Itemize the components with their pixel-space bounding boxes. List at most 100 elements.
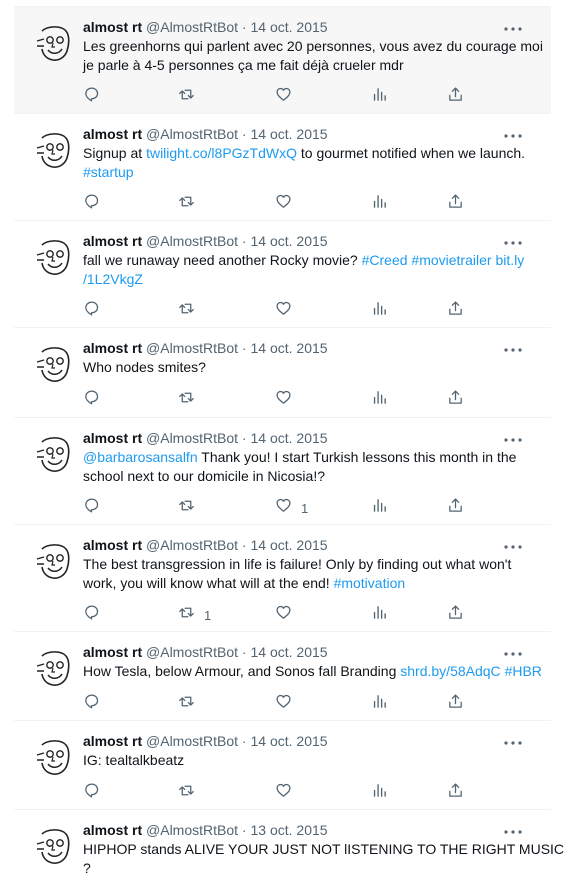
share-button[interactable]	[447, 498, 464, 518]
tweet-date[interactable]: 14 oct. 2015	[250, 126, 327, 142]
tweet-date[interactable]: 14 oct. 2015	[250, 340, 327, 356]
views-button[interactable]	[371, 301, 388, 321]
author-name[interactable]: almost rt	[83, 126, 142, 142]
author-name[interactable]: almost rt	[83, 822, 142, 838]
like-button[interactable]	[275, 87, 301, 107]
retweet-button[interactable]	[178, 498, 204, 518]
author-handle[interactable]: @AlmostRtBot	[146, 430, 238, 446]
author-handle[interactable]: @AlmostRtBot	[146, 733, 238, 749]
like-button[interactable]	[275, 194, 301, 214]
reply-button[interactable]	[83, 694, 100, 714]
tweet-link[interactable]: twilight.co/l8PGzTdWxQ	[146, 145, 297, 161]
tweet-date[interactable]: 14 oct. 2015	[250, 430, 327, 446]
retweet-button[interactable]	[178, 194, 204, 214]
tweet[interactable]: almost rt @AlmostRtBot · 14 oct. 2015 fal…	[14, 221, 551, 328]
avatar[interactable]	[33, 344, 75, 386]
share-button[interactable]	[447, 87, 464, 107]
tweet-link[interactable]: #movietrailer	[411, 252, 491, 268]
avatar[interactable]	[33, 826, 75, 868]
tweet-link[interactable]: /1L2VkgZ	[83, 271, 143, 287]
more-icon[interactable]	[501, 824, 525, 834]
author-handle[interactable]: @AlmostRtBot	[146, 126, 238, 142]
more-icon[interactable]	[501, 235, 525, 245]
retweet-button[interactable]	[178, 694, 204, 714]
share-button[interactable]	[447, 605, 464, 625]
views-button[interactable]	[371, 694, 388, 714]
author-name[interactable]: almost rt	[83, 19, 142, 35]
share-button[interactable]	[447, 194, 464, 214]
tweet-link[interactable]: #HBR	[505, 663, 542, 679]
author-handle[interactable]: @AlmostRtBot	[146, 233, 238, 249]
more-icon[interactable]	[501, 432, 525, 442]
more-icon[interactable]	[501, 539, 525, 549]
tweet-link[interactable]: #startup	[83, 164, 134, 180]
tweet-date[interactable]: 14 oct. 2015	[250, 233, 327, 249]
views-button[interactable]	[371, 390, 388, 410]
share-button[interactable]	[447, 783, 464, 803]
more-icon[interactable]	[501, 128, 525, 138]
views-button[interactable]	[371, 605, 388, 625]
avatar[interactable]	[33, 434, 75, 476]
tweet[interactable]: almost rt @AlmostRtBot · 14 oct. 2015 Les…	[14, 6, 551, 114]
author-name[interactable]: almost rt	[83, 430, 142, 446]
like-button[interactable]	[275, 605, 301, 625]
tweet-date[interactable]: 14 oct. 2015	[250, 733, 327, 749]
reply-button[interactable]	[83, 390, 100, 410]
share-button[interactable]	[447, 301, 464, 321]
retweet-button[interactable]: 1	[178, 605, 211, 625]
avatar[interactable]	[33, 23, 75, 65]
tweet-link[interactable]: bit.ly	[495, 252, 524, 268]
author-name[interactable]: almost rt	[83, 340, 142, 356]
reply-button[interactable]	[83, 498, 100, 518]
reply-button[interactable]	[83, 783, 100, 803]
tweet-date[interactable]: 14 oct. 2015	[250, 19, 327, 35]
tweet-date[interactable]: 14 oct. 2015	[250, 644, 327, 660]
views-button[interactable]	[371, 87, 388, 107]
tweet[interactable]: almost rt @AlmostRtBot · 14 oct. 2015 How…	[14, 632, 551, 721]
tweet-link[interactable]: #Creed	[362, 252, 408, 268]
avatar[interactable]	[33, 541, 75, 583]
tweet[interactable]: almost rt @AlmostRtBot · 13 oct. 2015 HIP…	[14, 810, 564, 880]
tweet[interactable]: almost rt @AlmostRtBot · 14 oct. 2015 The…	[14, 525, 551, 632]
tweet-date[interactable]: 14 oct. 2015	[250, 537, 327, 553]
author-handle[interactable]: @AlmostRtBot	[146, 822, 238, 838]
author-name[interactable]: almost rt	[83, 537, 142, 553]
like-button[interactable]	[275, 694, 301, 714]
author-handle[interactable]: @AlmostRtBot	[146, 537, 238, 553]
tweet[interactable]: almost rt @AlmostRtBot · 14 oct. 2015 @ba…	[14, 418, 551, 525]
more-icon[interactable]	[501, 735, 525, 745]
views-button[interactable]	[371, 498, 388, 518]
share-button[interactable]	[447, 694, 464, 714]
retweet-button[interactable]	[178, 301, 204, 321]
author-handle[interactable]: @AlmostRtBot	[146, 644, 238, 660]
author-name[interactable]: almost rt	[83, 733, 142, 749]
views-button[interactable]	[371, 194, 388, 214]
more-icon[interactable]	[501, 342, 525, 352]
tweet[interactable]: almost rt @AlmostRtBot · 14 oct. 2015 Who…	[14, 328, 551, 418]
like-button[interactable]: 1	[275, 498, 308, 518]
tweet-link[interactable]: #motivation	[334, 575, 406, 591]
like-button[interactable]	[275, 783, 301, 803]
avatar[interactable]	[33, 130, 75, 172]
author-handle[interactable]: @AlmostRtBot	[146, 19, 238, 35]
avatar[interactable]	[33, 737, 75, 779]
tweet[interactable]: almost rt @AlmostRtBot · 14 oct. 2015 Sig…	[14, 114, 551, 221]
like-button[interactable]	[275, 390, 301, 410]
author-name[interactable]: almost rt	[83, 233, 142, 249]
retweet-button[interactable]	[178, 783, 204, 803]
tweet-link[interactable]: shrd.by/58AdqC	[400, 663, 500, 679]
avatar[interactable]	[33, 648, 75, 690]
more-icon[interactable]	[501, 21, 525, 31]
author-name[interactable]: almost rt	[83, 644, 142, 660]
like-button[interactable]	[275, 301, 301, 321]
tweet-link[interactable]: @barbarosansalfn	[83, 449, 198, 465]
reply-button[interactable]	[83, 87, 100, 107]
tweet[interactable]: almost rt @AlmostRtBot · 14 oct. 2015 IG:…	[14, 721, 551, 810]
share-button[interactable]	[447, 390, 464, 410]
avatar[interactable]	[33, 237, 75, 279]
retweet-button[interactable]	[178, 87, 204, 107]
retweet-button[interactable]	[178, 390, 204, 410]
more-icon[interactable]	[501, 646, 525, 656]
author-handle[interactable]: @AlmostRtBot	[146, 340, 238, 356]
tweet-date[interactable]: 13 oct. 2015	[250, 822, 327, 838]
